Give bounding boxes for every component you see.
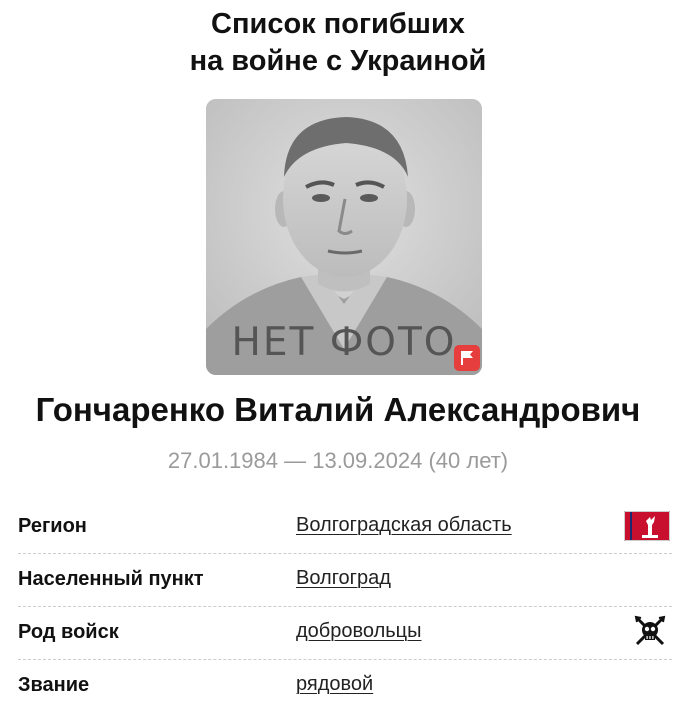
region-link[interactable]: Волгоградская область: [296, 514, 512, 537]
portrait-photo: НЕТ ФОТО: [206, 99, 482, 375]
settlement-link[interactable]: Волгоград: [296, 567, 391, 590]
detail-label: Род войск: [18, 621, 119, 643]
life-dates: 27.01.1984 — 13.09.2024 (40 лет): [167, 448, 509, 473]
flag-icon[interactable]: [454, 345, 480, 371]
details-table: Регион Волгоградская область Населенный …: [18, 501, 672, 712]
person-name: Гончаренко Виталий Александрович: [35, 391, 641, 428]
page-title-line-2: на войне с Украиной: [189, 45, 487, 77]
volunteer-skull-icon[interactable]: [634, 615, 666, 652]
no-photo-label: НЕТ ФОТО: [231, 320, 457, 365]
branch-link[interactable]: добровольцы: [296, 620, 422, 643]
detail-row-branch: Род войск добровольцы: [18, 607, 672, 660]
detail-label: Населенный пункт: [18, 568, 204, 590]
detail-row-rank: Звание рядовой: [18, 660, 672, 712]
page-title-line-1: Список погибших: [211, 8, 465, 40]
region-emblem-icon[interactable]: [623, 510, 671, 546]
page-title: Список погибших на войне с Украиной: [0, 6, 676, 80]
detail-row-settlement: Населенный пункт Волгоград: [18, 554, 672, 607]
detail-row-region: Регион Волгоградская область: [18, 501, 672, 554]
detail-label: Звание: [18, 674, 90, 696]
rank-link[interactable]: рядовой: [296, 673, 373, 696]
detail-label: Регион: [18, 515, 87, 537]
